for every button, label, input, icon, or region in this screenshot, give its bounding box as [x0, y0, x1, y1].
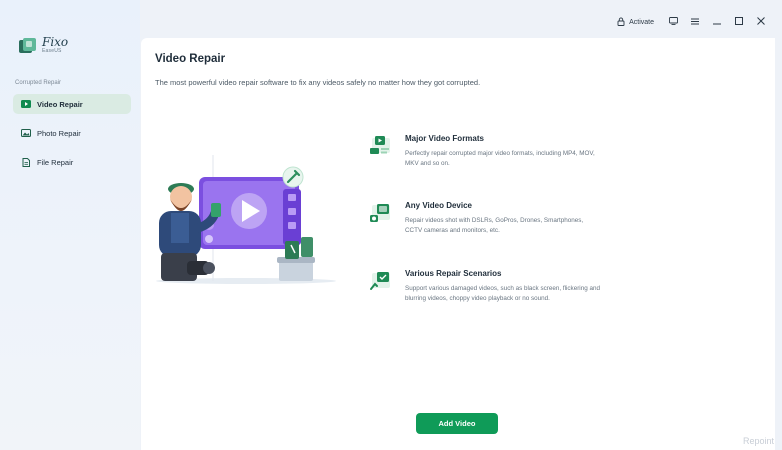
- message-icon: [668, 17, 678, 27]
- maximize-button[interactable]: [728, 13, 750, 31]
- video-icon: [21, 100, 31, 108]
- activate-button[interactable]: Activate: [617, 17, 654, 28]
- feature-title: Major Video Formats: [405, 134, 484, 143]
- file-icon: [21, 158, 31, 167]
- video-format-icon: [369, 134, 393, 156]
- page-subtitle: The most powerful video repair software …: [155, 78, 481, 87]
- page-title: Video Repair: [155, 53, 226, 65]
- feature-description: Repair videos shot with DSLRs, GoPros, D…: [405, 217, 584, 234]
- fixo-logo-icon: [18, 37, 38, 55]
- nav-group-label: Corrupted Repair: [15, 80, 62, 86]
- app-brand: EaseUS: [42, 48, 62, 54]
- add-video-button[interactable]: Add Video: [416, 413, 498, 434]
- sidebar-item-label: Video Repair: [37, 99, 83, 109]
- app-logo: Fixo EaseUS: [18, 36, 68, 55]
- minimize-button[interactable]: [706, 13, 728, 31]
- photo-icon: [21, 129, 31, 137]
- sidebar-item-file-repair[interactable]: File Repair: [13, 152, 131, 172]
- sidebar-item-label: Photo Repair: [37, 128, 81, 138]
- main-panel: Video Repair The most powerful video rep…: [141, 38, 775, 450]
- camera-device-icon: [369, 201, 393, 223]
- repair-scenario-icon: [369, 269, 393, 291]
- feature-title: Various Repair Scenarios: [405, 269, 502, 278]
- hamburger-icon: [691, 18, 699, 27]
- activate-label: Activate: [629, 18, 654, 26]
- app-name: Fixo: [42, 35, 69, 49]
- maximize-icon: [735, 17, 743, 27]
- sidebar-item-photo-repair[interactable]: Photo Repair: [13, 123, 131, 143]
- minimize-icon: [713, 18, 721, 27]
- window-controls: Activate: [617, 13, 772, 31]
- close-button[interactable]: [750, 13, 772, 31]
- sidebar: Fixo EaseUS Corrupted Repair Video Repai…: [0, 0, 140, 450]
- feature-description: Perfectly repair corrupted major video f…: [405, 150, 595, 167]
- feature-title: Any Video Device: [405, 201, 472, 210]
- video-repair-illustration: [151, 153, 346, 284]
- sidebar-item-label: File Repair: [37, 157, 74, 167]
- feature-description: Support various damaged videos, such as …: [405, 285, 600, 302]
- menu-button[interactable]: [684, 13, 706, 31]
- lock-icon: [617, 17, 625, 28]
- watermark: Repoint: [742, 436, 774, 446]
- feedback-button[interactable]: [662, 13, 684, 31]
- close-icon: [757, 17, 765, 27]
- sidebar-item-video-repair[interactable]: Video Repair: [13, 94, 131, 114]
